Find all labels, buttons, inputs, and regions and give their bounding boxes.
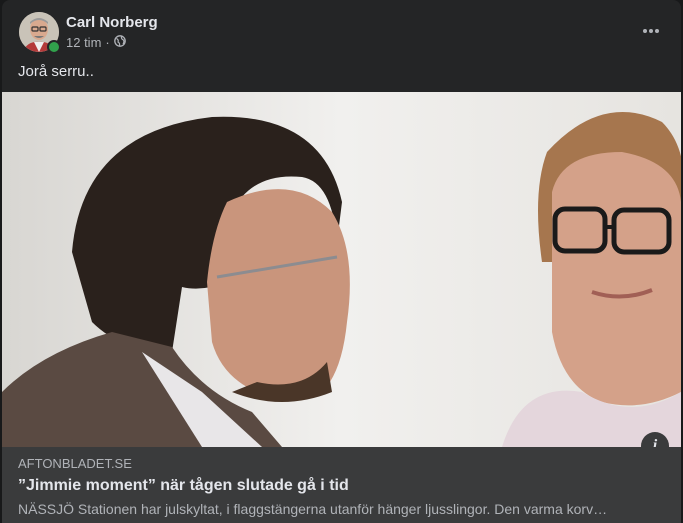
post-time[interactable]: 12 tim xyxy=(66,35,101,50)
meta-separator: · xyxy=(105,35,110,50)
post-card: Carl Norberg 12 tim · Jorå serru.. i AFT… xyxy=(2,0,681,523)
link-preview-image[interactable]: i xyxy=(2,92,681,447)
link-preview[interactable]: AFTONBLADET.SE ”Jimmie moment” när tågen… xyxy=(2,447,681,523)
post-header: Carl Norberg 12 tim · xyxy=(2,0,681,62)
more-options-icon[interactable] xyxy=(637,18,665,42)
online-status-dot xyxy=(47,40,61,54)
link-description: NÄSSJÖ Stationen har julskyltat, i flagg… xyxy=(18,501,608,517)
globe-icon[interactable] xyxy=(113,35,126,50)
link-headline[interactable]: ”Jimmie moment” när tågen slutade gå i t… xyxy=(18,477,349,495)
post-meta: 12 tim · xyxy=(66,35,126,50)
news-photo xyxy=(2,92,681,447)
link-domain: AFTONBLADET.SE xyxy=(18,456,132,471)
post-message: Jorå serru.. xyxy=(18,63,94,80)
author-name[interactable]: Carl Norberg xyxy=(66,14,158,31)
